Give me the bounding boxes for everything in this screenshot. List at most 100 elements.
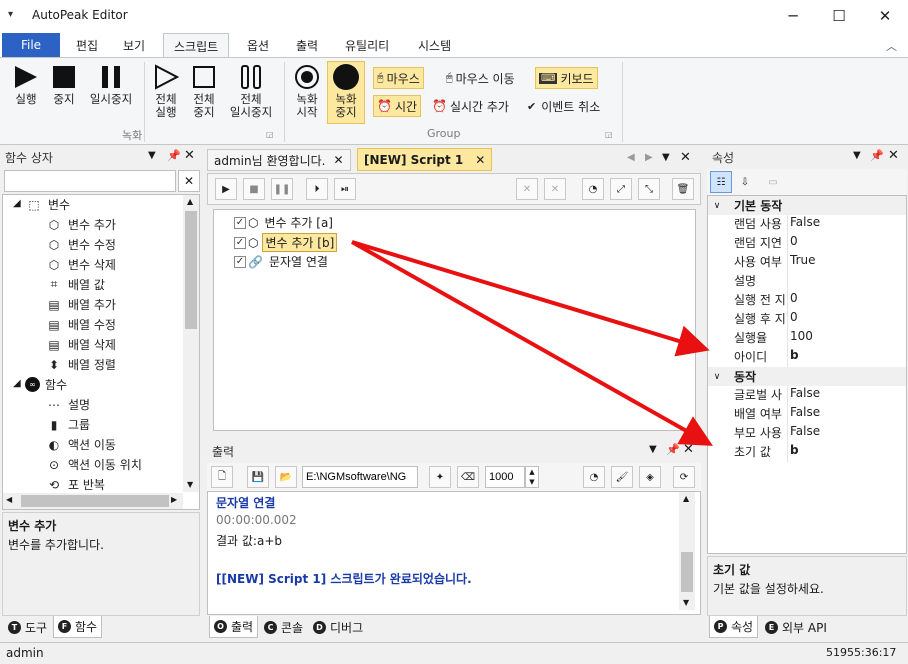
timestamp-button[interactable]: ◔ bbox=[583, 466, 605, 488]
scroll-thumb[interactable] bbox=[185, 211, 197, 329]
checkbox[interactable]: ✓ bbox=[234, 216, 246, 229]
save-button[interactable]: 💾 bbox=[247, 466, 269, 488]
property-row[interactable]: 부모 사용 False bbox=[708, 424, 908, 443]
tree-item[interactable]: ▤ 배열 추가 bbox=[45, 296, 116, 313]
tab-system[interactable]: 시스템 bbox=[408, 33, 461, 57]
expand-icon[interactable]: ◢ bbox=[13, 198, 21, 209]
disabled-button[interactable]: ✕ bbox=[544, 178, 566, 200]
tree-item-variable[interactable]: ⬚ 변수 bbox=[25, 196, 70, 213]
tree-item[interactable]: ⬡ 변수 삭제 bbox=[45, 256, 116, 273]
property-row[interactable]: 설명 bbox=[708, 272, 908, 291]
tree-item[interactable]: ▤ 배열 삭제 bbox=[45, 336, 116, 353]
eraser-button[interactable]: ⌫ bbox=[457, 466, 479, 488]
close-panel-icon[interactable]: ✕ bbox=[184, 148, 195, 163]
tab-external-api[interactable]: E 외부 API bbox=[761, 616, 831, 638]
tab-welcome[interactable]: admin님 환영합니다. ✕ bbox=[207, 149, 351, 171]
tree-item-function[interactable]: ∞ 함수 bbox=[25, 376, 67, 393]
vertical-scrollbar[interactable]: ▲ ▼ bbox=[679, 492, 695, 610]
mouse-toggle[interactable]: 🖰 마우스 bbox=[373, 67, 424, 89]
tab-script-1[interactable]: [NEW] Script 1 ✕ bbox=[357, 148, 493, 171]
tab-options[interactable]: 옵션 bbox=[237, 33, 279, 57]
property-section[interactable]: ∨ 동작 bbox=[708, 367, 906, 386]
collapse-ribbon-icon[interactable]: ︿ bbox=[886, 38, 897, 54]
maximize-button[interactable]: ☐ bbox=[816, 0, 862, 31]
property-row[interactable]: 랜덤 지연 0 bbox=[708, 234, 908, 253]
tab-view[interactable]: 보기 bbox=[113, 33, 155, 57]
property-row[interactable]: 랜덤 사용 False bbox=[708, 215, 908, 234]
spin-down-icon[interactable]: ▼ bbox=[529, 478, 534, 486]
realtime-add-toggle[interactable]: ⏰ 실시간 추가 bbox=[429, 95, 512, 117]
property-row[interactable]: 실행율 100 bbox=[708, 329, 908, 348]
tab-script[interactable]: 스크립트 bbox=[163, 33, 230, 58]
tree-item[interactable]: ▤ 배열 수정 bbox=[45, 316, 116, 333]
time-toggle[interactable]: ⏰ 시간 bbox=[373, 95, 422, 117]
pin-icon[interactable]: 📌 bbox=[870, 149, 884, 162]
tab-console[interactable]: C 콘솔 bbox=[260, 616, 307, 638]
tree-item[interactable]: ◐ 액션 이동 bbox=[45, 436, 116, 453]
property-row[interactable]: 실행 전 지0 bbox=[708, 291, 908, 310]
line-limit-input[interactable] bbox=[485, 466, 525, 488]
expand-all-button[interactable]: ⤢ bbox=[610, 178, 632, 200]
expand-icon[interactable]: ◢ bbox=[13, 378, 21, 389]
run-from-button[interactable]: ⏯ bbox=[334, 178, 356, 200]
tree-item[interactable]: ⋯ 설명 bbox=[45, 396, 90, 413]
pause-script-button[interactable]: ❚❚ bbox=[271, 178, 293, 200]
tab-utility[interactable]: 유틸리티 bbox=[335, 33, 399, 57]
close-tab-icon[interactable]: ✕ bbox=[475, 153, 485, 167]
property-row[interactable]: 배열 여부 False bbox=[708, 405, 908, 424]
tree-item[interactable]: ⬡ 변수 수정 bbox=[45, 236, 116, 253]
fill-button[interactable]: ◈ bbox=[639, 466, 661, 488]
keyboard-toggle[interactable]: ⌨ 키보드 bbox=[535, 67, 598, 89]
brush-button[interactable]: 🖌 bbox=[611, 466, 633, 488]
scroll-thumb[interactable] bbox=[681, 552, 693, 592]
close-button[interactable]: ✕ bbox=[862, 0, 908, 31]
close-panel-icon[interactable]: ✕ bbox=[888, 148, 899, 163]
scroll-thumb[interactable] bbox=[21, 495, 169, 507]
pause-all-button[interactable]: 전체 일시중지 bbox=[224, 62, 278, 119]
scroll-left-icon[interactable]: ◀ bbox=[6, 495, 12, 504]
tab-edit[interactable]: 편집 bbox=[66, 33, 108, 57]
tab-output[interactable]: 출력 bbox=[286, 33, 328, 57]
spin-buttons[interactable]: ▲ ▼ bbox=[525, 466, 539, 488]
tree-item[interactable]: ⬡ 변수 추가 bbox=[45, 216, 116, 233]
tree-item[interactable]: ⊙ 액션 이동 위치 bbox=[45, 456, 142, 473]
tab-list-icon[interactable]: ▼ bbox=[662, 152, 670, 163]
tree-item[interactable]: ▮ 그룹 bbox=[45, 416, 90, 433]
function-search-input[interactable] bbox=[4, 170, 176, 192]
horizontal-scrollbar[interactable]: ◀ ▶ bbox=[3, 493, 183, 509]
open-folder-button[interactable]: 📂 bbox=[275, 466, 297, 488]
property-row[interactable]: 초기 값b bbox=[708, 443, 908, 462]
record-start-button[interactable]: 녹화 시작 bbox=[289, 62, 325, 119]
new-file-button[interactable]: 🗋 bbox=[211, 466, 233, 488]
record-stop-button[interactable]: 녹화 중지 bbox=[327, 61, 365, 124]
tree-item[interactable]: ⌗ 배열 값 bbox=[45, 276, 105, 293]
tree-item[interactable]: ⬍ 배열 정렬 bbox=[45, 356, 116, 373]
scroll-up-icon[interactable]: ▲ bbox=[683, 494, 689, 503]
stop-button[interactable]: 중지 bbox=[46, 62, 82, 106]
property-row[interactable]: 실행 후 지0 bbox=[708, 310, 908, 329]
scroll-tabs-right-icon[interactable]: ▶ bbox=[645, 152, 653, 163]
clock-button[interactable]: ◔ bbox=[582, 178, 604, 200]
group-launcher-icon[interactable]: ◲ bbox=[266, 130, 274, 139]
checkbox[interactable]: ✓ bbox=[234, 255, 246, 268]
scroll-down-icon[interactable]: ▼ bbox=[187, 480, 193, 489]
dropdown-icon[interactable]: ▼ bbox=[148, 150, 156, 161]
vertical-scrollbar[interactable]: ▲ ▼ bbox=[183, 195, 199, 492]
tab-output-log[interactable]: O 출력 bbox=[209, 616, 259, 638]
property-section[interactable]: ∨ 기본 동작 bbox=[708, 196, 906, 215]
column-divider[interactable] bbox=[787, 386, 788, 462]
scroll-tabs-left-icon[interactable]: ◀ bbox=[627, 152, 635, 163]
output-path-input[interactable] bbox=[302, 466, 418, 488]
pin-icon[interactable]: 📌 bbox=[666, 443, 680, 456]
scroll-down-icon[interactable]: ▼ bbox=[683, 598, 689, 607]
tab-tools[interactable]: T 도구 bbox=[4, 616, 51, 638]
scroll-up-icon[interactable]: ▲ bbox=[187, 197, 193, 206]
scroll-right-icon[interactable]: ▶ bbox=[171, 495, 177, 504]
categorized-button[interactable]: ☷ bbox=[710, 171, 732, 193]
stop-script-button[interactable]: ■ bbox=[243, 178, 265, 200]
disabled-button[interactable]: ✕ bbox=[516, 178, 538, 200]
event-cancel-toggle[interactable]: ✔ 이벤트 취소 bbox=[524, 95, 603, 117]
delete-button[interactable]: 🗑 bbox=[672, 178, 694, 200]
clear-search-button[interactable]: ✕ bbox=[178, 170, 200, 192]
tree-item[interactable]: ⟲ 포 반복 bbox=[45, 476, 105, 493]
